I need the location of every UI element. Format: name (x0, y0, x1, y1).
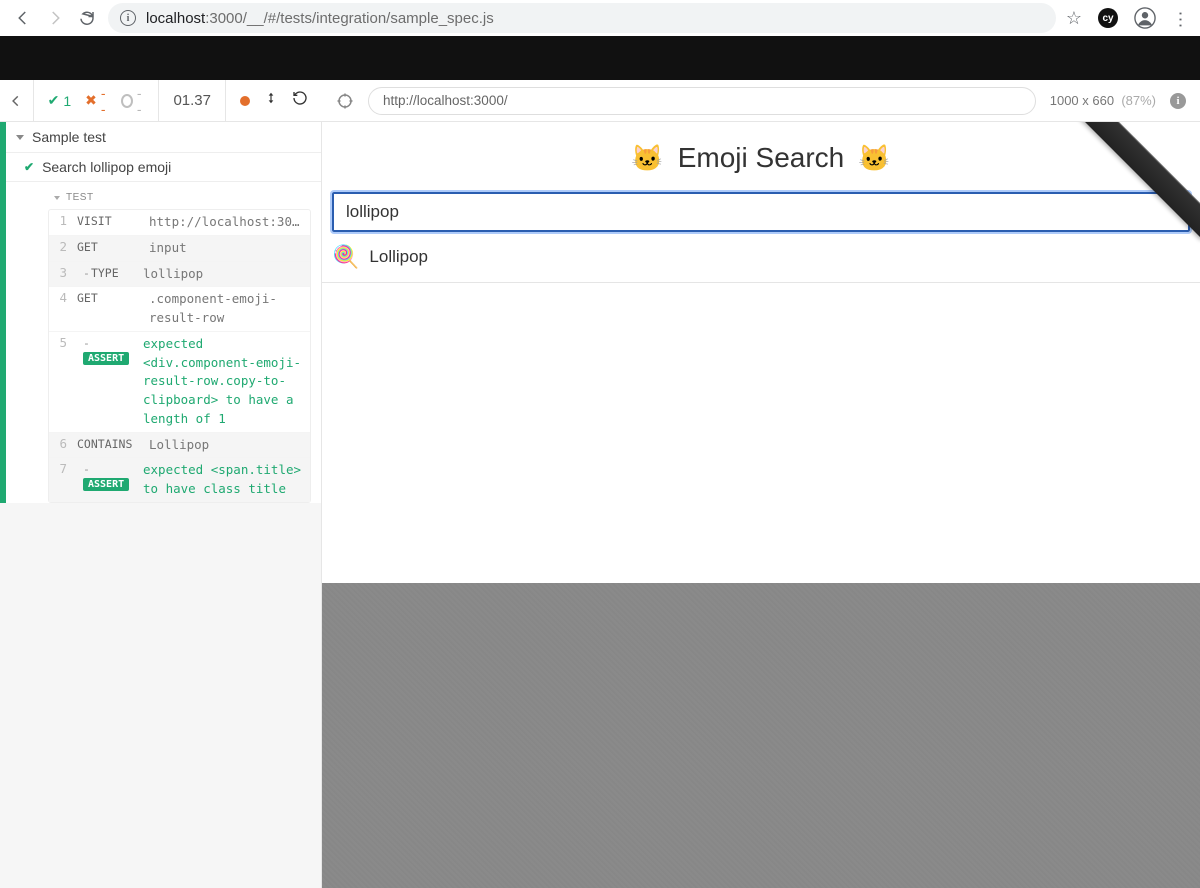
viewport-info: 1000 x 660 (87%) (1050, 93, 1156, 108)
assert-badge: ASSERT (83, 478, 129, 491)
browser-toolbar: i localhost:3000/__/#/tests/integration/… (0, 0, 1200, 36)
passed-count: ✔1 (48, 92, 72, 109)
runner-back-button[interactable] (0, 80, 34, 122)
test-stats: ✔1 ✖-- -- (34, 80, 160, 122)
app-url-display[interactable]: http://localhost:3000/ (368, 87, 1036, 115)
command-args: input (149, 239, 187, 258)
browser-menu-icon[interactable]: ⋯ (1170, 10, 1191, 26)
failed-count: ✖-- (85, 85, 107, 117)
pending-count: -- (121, 85, 145, 117)
command-method: VISIT (77, 213, 139, 228)
command-method: ASSERT (77, 461, 133, 491)
browser-tab-strip (0, 36, 1200, 80)
account-icon[interactable] (1134, 7, 1156, 29)
selector-playground-icon[interactable] (336, 92, 354, 110)
back-icon[interactable] (14, 9, 32, 27)
command-number: 3 (57, 265, 67, 280)
app-preview: 🐱 Emoji Search 🐱 🍭 Lollipop (322, 122, 1200, 888)
command-row[interactable]: 2 GET input (49, 236, 310, 262)
command-number: 1 (57, 213, 67, 228)
command-row[interactable]: 3 TYPE lollipop (49, 262, 310, 288)
command-method: ASSERT (77, 335, 133, 365)
command-method: GET (77, 290, 139, 305)
extension-cypress-icon[interactable]: cy (1098, 8, 1118, 28)
emoji-result-row[interactable]: 🍭 Lollipop (322, 232, 1200, 283)
command-number: 2 (57, 239, 67, 254)
result-title: Lollipop (369, 247, 428, 267)
rerun-button[interactable] (292, 90, 308, 111)
caret-down-icon (16, 135, 24, 140)
command-args: http://localhost:30… (149, 213, 300, 232)
command-row[interactable]: 4 GET .component-emoji-result-row (49, 287, 310, 332)
test-title[interactable]: ✔ Search lollipop emoji (6, 152, 321, 182)
command-args: expected <span.title> to have class titl… (143, 461, 302, 499)
suite-title[interactable]: Sample test (6, 122, 321, 152)
command-list: 1 VISIT http://localhost:30… 2 GET input 3 TYPE… (48, 209, 311, 503)
command-log: Sample test ✔ Search lollipop emoji TEST… (0, 122, 322, 888)
title-emoji-right: 🐱 (858, 143, 890, 174)
test-body-label: TEST (6, 188, 321, 207)
command-method: GET (77, 239, 139, 254)
site-info-icon[interactable]: i (120, 10, 136, 26)
command-number: 6 (57, 436, 67, 451)
reload-icon[interactable] (78, 9, 96, 27)
command-args: lollipop (143, 265, 203, 284)
command-number: 7 (57, 461, 67, 476)
title-emoji-left: 🐱 (631, 143, 663, 174)
sidebar-empty-area (0, 503, 321, 888)
command-args: Lollipop (149, 436, 209, 455)
app-title-text: Emoji Search (678, 142, 845, 174)
command-method: CONTAINS (77, 436, 139, 451)
command-number: 5 (57, 335, 67, 350)
viewport-scale-icon[interactable] (264, 91, 278, 110)
command-args: .component-emoji-result-row (149, 290, 302, 328)
command-args: expected <div.component-emoji-result-row… (143, 335, 302, 429)
forward-icon[interactable] (46, 9, 64, 27)
preview-empty-area (322, 583, 1200, 888)
app-header: 🐱 Emoji Search 🐱 (322, 122, 1200, 192)
address-bar[interactable]: i localhost:3000/__/#/tests/integration/… (108, 3, 1056, 33)
check-icon: ✔ (24, 160, 34, 174)
command-row[interactable]: 1 VISIT http://localhost:30… (49, 210, 310, 236)
result-emoji-icon: 🍭 (332, 244, 359, 270)
bookmark-icon[interactable]: ☆ (1066, 8, 1082, 29)
url-text: localhost:3000/__/#/tests/integration/sa… (146, 10, 494, 27)
search-input[interactable] (332, 192, 1190, 232)
assert-badge: ASSERT (83, 352, 129, 365)
viewport-info-icon[interactable]: i (1170, 93, 1186, 109)
caret-down-icon (54, 196, 60, 200)
command-row[interactable]: 7 ASSERT expected <span.title> to have cla… (49, 458, 310, 502)
duration: 01.37 (159, 80, 226, 122)
cypress-header: ✔1 ✖-- -- 01.37 http://localhost:3000/ 1… (0, 80, 1200, 122)
command-row[interactable]: 5 ASSERT expected <div.component-emoji-res… (49, 332, 310, 433)
command-number: 4 (57, 290, 67, 305)
command-method: TYPE (77, 265, 133, 280)
command-row[interactable]: 6 CONTAINS Lollipop (49, 433, 310, 459)
record-indicator-icon (240, 96, 250, 106)
